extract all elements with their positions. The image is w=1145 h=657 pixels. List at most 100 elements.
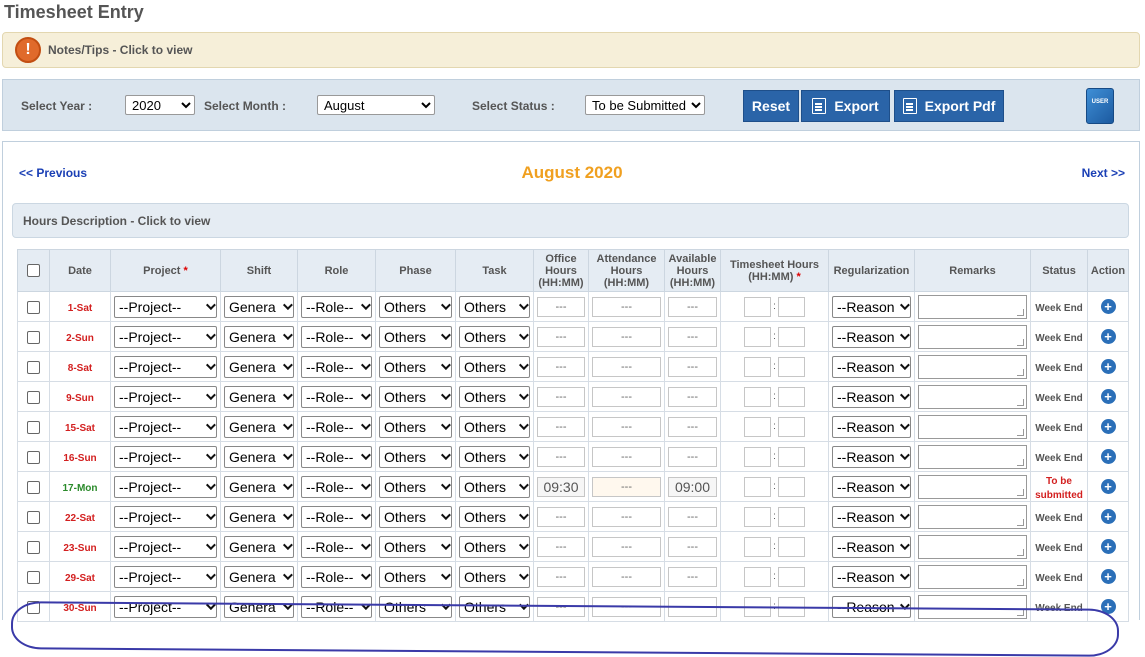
- add-entry-icon[interactable]: +: [1100, 509, 1116, 524]
- phase-select[interactable]: Others: [379, 355, 452, 378]
- remarks-textarea[interactable]: [918, 414, 1027, 439]
- regularization-select[interactable]: --Reason: [832, 505, 911, 528]
- phase-select[interactable]: Others: [379, 445, 452, 468]
- role-select[interactable]: --Role--: [301, 535, 372, 558]
- timesheet-minutes-input[interactable]: [777, 416, 805, 437]
- reset-button[interactable]: Reset: [743, 90, 799, 122]
- timesheet-hours-input[interactable]: [744, 596, 772, 617]
- status-select[interactable]: To be Submitted: [585, 95, 705, 115]
- add-entry-icon[interactable]: +: [1100, 539, 1116, 554]
- phase-select[interactable]: Others: [379, 505, 452, 528]
- shift-select[interactable]: Genera: [224, 445, 294, 468]
- regularization-select[interactable]: --Reason: [832, 385, 911, 408]
- role-select[interactable]: --Role--: [301, 445, 372, 468]
- shift-select[interactable]: Genera: [224, 565, 294, 588]
- task-select[interactable]: Others: [459, 385, 530, 408]
- export-button[interactable]: Export: [801, 90, 890, 122]
- row-checkbox[interactable]: [27, 510, 40, 524]
- task-select[interactable]: Others: [459, 445, 530, 468]
- project-select[interactable]: --Project--: [114, 325, 217, 348]
- remarks-textarea[interactable]: [918, 474, 1027, 499]
- shift-select[interactable]: Genera: [224, 385, 294, 408]
- task-select[interactable]: Others: [459, 595, 530, 618]
- timesheet-hours-input[interactable]: [744, 506, 772, 527]
- regularization-select[interactable]: --Reason: [832, 535, 911, 558]
- shift-select[interactable]: Genera: [224, 325, 294, 348]
- month-select[interactable]: August: [317, 95, 435, 115]
- timesheet-minutes-input[interactable]: [777, 356, 805, 377]
- shift-select[interactable]: Genera: [224, 535, 294, 558]
- task-select[interactable]: Others: [459, 535, 530, 558]
- remarks-textarea[interactable]: [918, 384, 1027, 409]
- project-select[interactable]: --Project--: [114, 505, 217, 528]
- remarks-textarea[interactable]: [918, 444, 1027, 469]
- row-checkbox[interactable]: [27, 420, 40, 434]
- timesheet-hours-input[interactable]: [744, 326, 772, 347]
- role-select[interactable]: --Role--: [301, 325, 372, 348]
- task-select[interactable]: Others: [459, 355, 530, 378]
- project-select[interactable]: --Project--: [114, 445, 217, 468]
- next-month-link[interactable]: Next >>: [1082, 166, 1125, 180]
- remarks-textarea[interactable]: [918, 594, 1027, 619]
- phase-select[interactable]: Others: [379, 475, 452, 498]
- role-select[interactable]: --Role--: [301, 505, 372, 528]
- hours-description-bar[interactable]: Hours Description - Click to view: [12, 203, 1129, 238]
- phase-select[interactable]: Others: [379, 325, 452, 348]
- task-select[interactable]: Others: [459, 325, 530, 348]
- regularization-select[interactable]: --Reason: [832, 445, 911, 468]
- row-checkbox[interactable]: [27, 450, 40, 464]
- phase-select[interactable]: Others: [379, 415, 452, 438]
- role-select[interactable]: --Role--: [301, 385, 372, 408]
- shift-select[interactable]: Genera: [224, 355, 294, 378]
- role-select[interactable]: --Role--: [301, 475, 372, 498]
- add-entry-icon[interactable]: +: [1100, 449, 1116, 464]
- year-select[interactable]: 2020: [125, 95, 195, 115]
- regularization-select[interactable]: --Reason: [832, 355, 911, 378]
- remarks-textarea[interactable]: [918, 294, 1027, 319]
- regularization-select[interactable]: --Reason: [832, 595, 911, 618]
- project-select[interactable]: --Project--: [114, 565, 217, 588]
- phase-select[interactable]: Others: [379, 595, 452, 618]
- row-checkbox[interactable]: [27, 480, 40, 494]
- row-checkbox[interactable]: [27, 300, 40, 314]
- role-select[interactable]: --Role--: [301, 355, 372, 378]
- task-select[interactable]: Others: [459, 565, 530, 588]
- add-entry-icon[interactable]: +: [1100, 299, 1116, 314]
- shift-select[interactable]: Genera: [224, 415, 294, 438]
- row-checkbox[interactable]: [27, 330, 40, 344]
- timesheet-hours-input[interactable]: [744, 446, 772, 467]
- row-checkbox[interactable]: [27, 390, 40, 404]
- shift-select[interactable]: Genera: [224, 475, 294, 498]
- task-select[interactable]: Others: [459, 295, 530, 318]
- timesheet-minutes-input[interactable]: [777, 326, 805, 347]
- shift-select[interactable]: Genera: [224, 595, 294, 618]
- timesheet-hours-input[interactable]: [744, 566, 772, 587]
- timesheet-minutes-input[interactable]: [777, 476, 805, 497]
- timesheet-hours-input[interactable]: [744, 476, 772, 497]
- add-entry-icon[interactable]: +: [1100, 329, 1116, 344]
- regularization-select[interactable]: --Reason: [832, 565, 911, 588]
- row-checkbox[interactable]: [27, 600, 40, 614]
- role-select[interactable]: --Role--: [301, 415, 372, 438]
- add-entry-icon[interactable]: +: [1100, 389, 1116, 404]
- timesheet-minutes-input[interactable]: [777, 296, 805, 317]
- shift-select[interactable]: Genera: [224, 505, 294, 528]
- project-select[interactable]: --Project--: [114, 595, 217, 618]
- remarks-textarea[interactable]: [918, 324, 1027, 349]
- add-entry-icon[interactable]: +: [1100, 359, 1116, 374]
- phase-select[interactable]: Others: [379, 565, 452, 588]
- timesheet-hours-input[interactable]: [744, 416, 772, 437]
- shift-select[interactable]: Genera: [224, 295, 294, 318]
- task-select[interactable]: Others: [459, 415, 530, 438]
- project-select[interactable]: --Project--: [114, 415, 217, 438]
- row-checkbox[interactable]: [27, 570, 40, 584]
- row-checkbox[interactable]: [27, 540, 40, 554]
- timesheet-minutes-input[interactable]: [777, 446, 805, 467]
- task-select[interactable]: Others: [459, 505, 530, 528]
- project-select[interactable]: --Project--: [114, 535, 217, 558]
- project-select[interactable]: --Project--: [114, 355, 217, 378]
- remarks-textarea[interactable]: [918, 354, 1027, 379]
- timesheet-hours-input[interactable]: [744, 356, 772, 377]
- regularization-select[interactable]: --Reason: [832, 415, 911, 438]
- add-entry-icon[interactable]: +: [1100, 599, 1116, 614]
